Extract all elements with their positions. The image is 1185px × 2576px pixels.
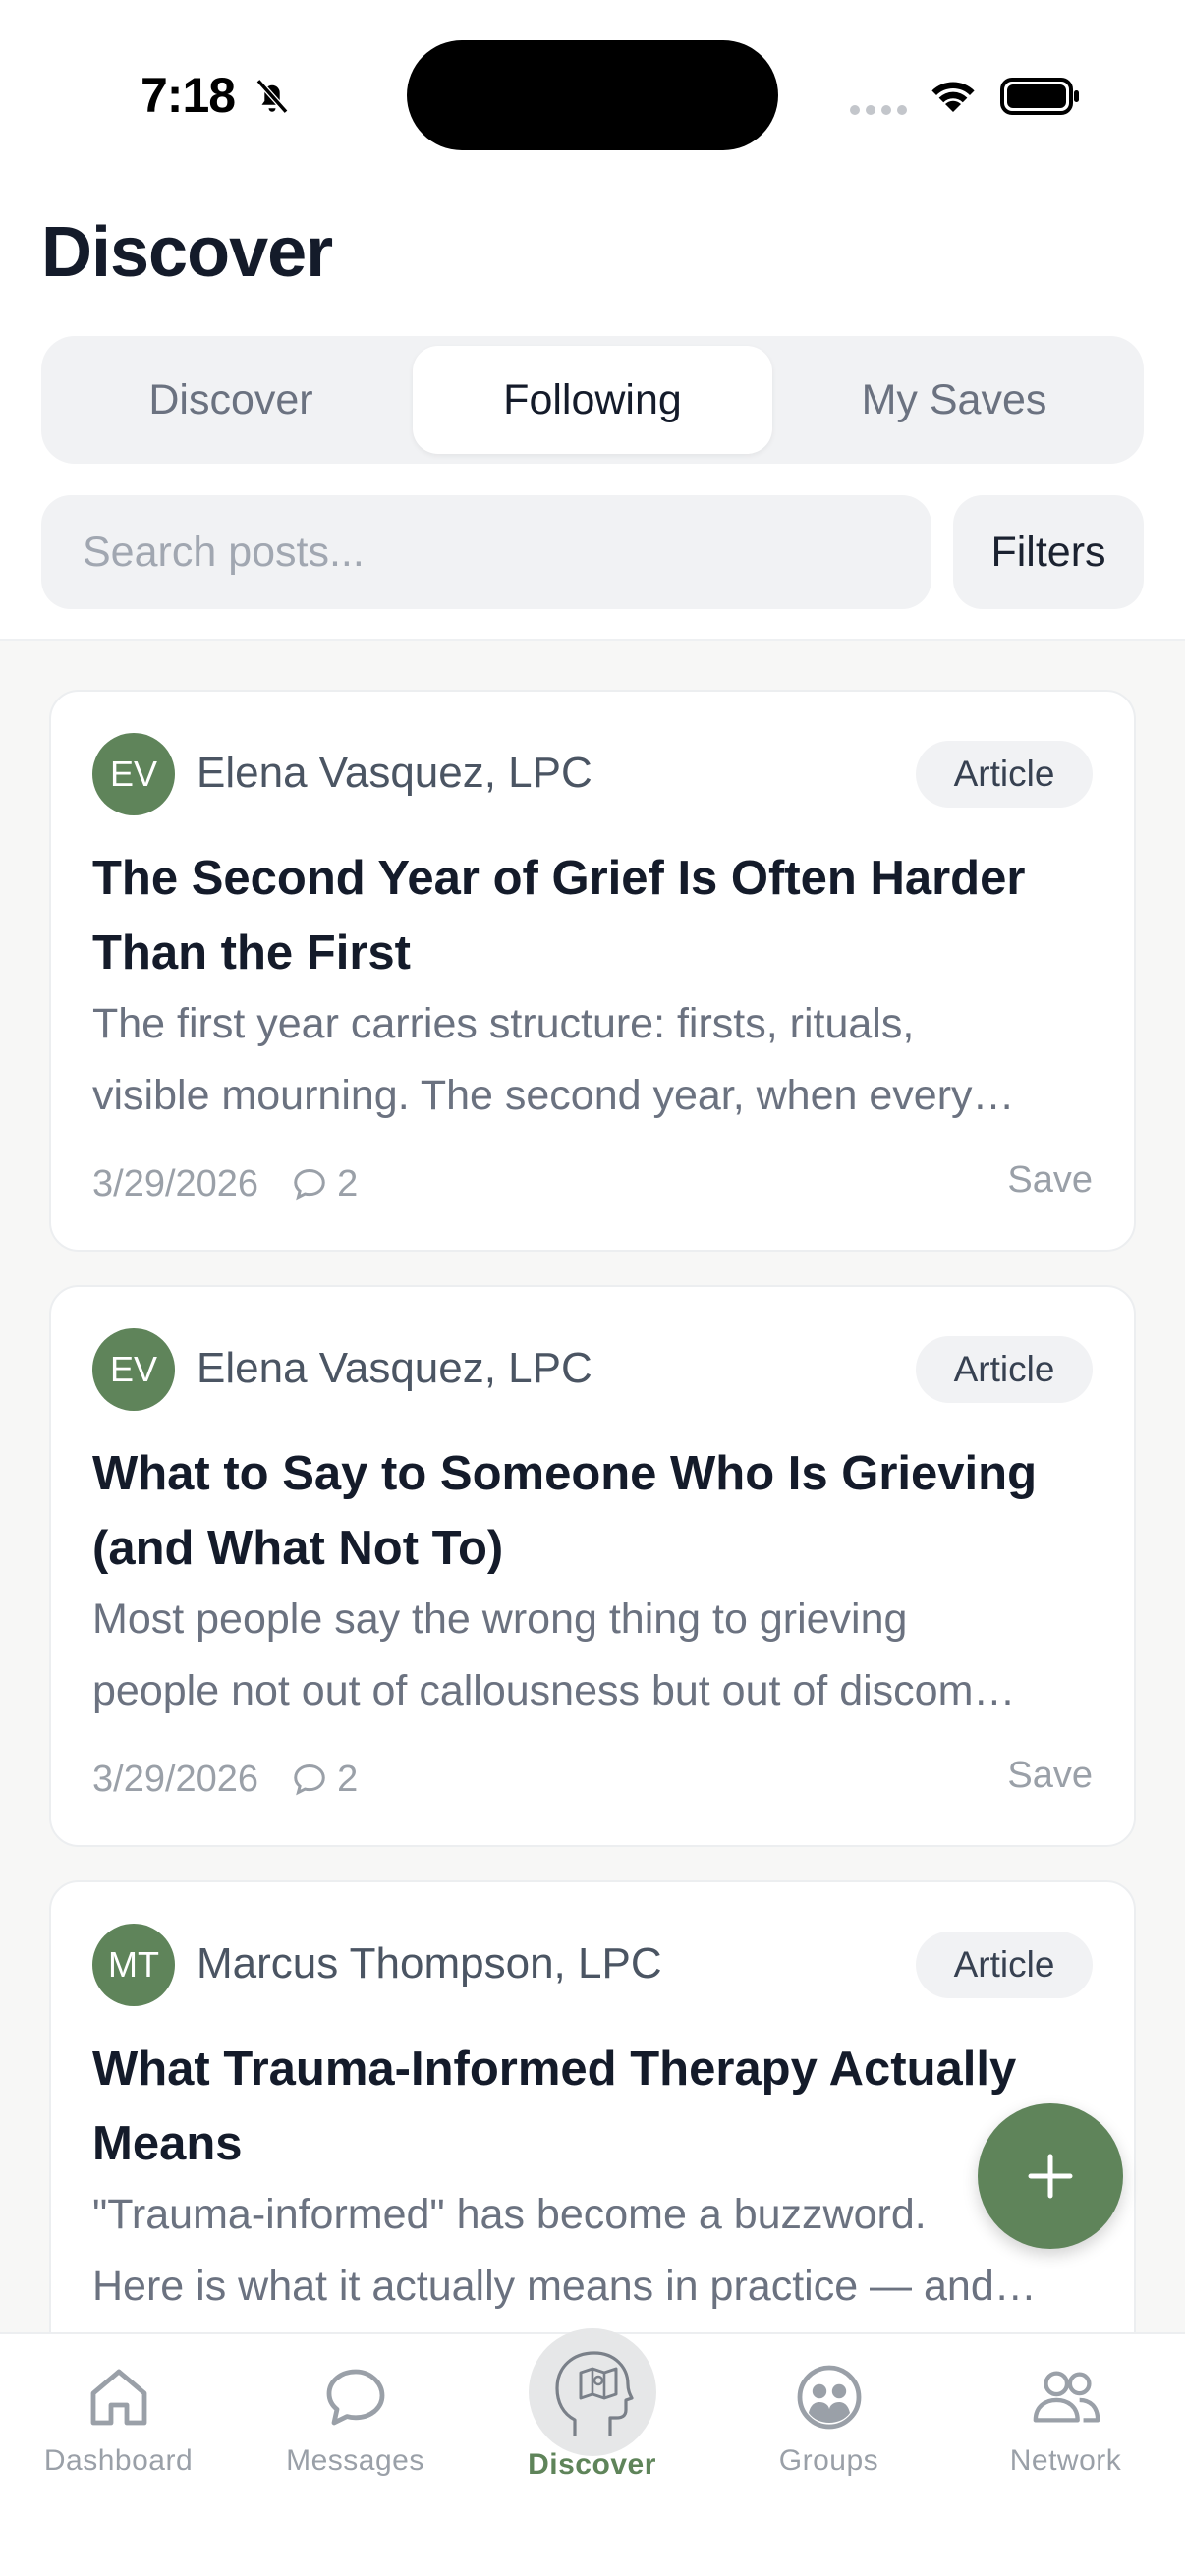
excerpt-line: "Trauma-informed" has become a buzzword. [92,2191,927,2238]
author-name[interactable]: Marcus Thompson, LPC [197,1939,662,1988]
comment-count: 2 [337,1162,359,1204]
head-map-icon [554,2351,634,2436]
chat-bubble-icon [326,2369,384,2426]
post-card[interactable]: MT Marcus Thompson, LPC Article What Tra… [49,1880,1136,2332]
nav-label: Network [1009,2444,1122,2477]
tab-following[interactable]: Following [413,346,772,454]
post-type-badge: Article [916,1336,1093,1403]
post-type-badge: Article [916,741,1093,808]
app-screen: 7:18 Discover Discover Following My Save… [0,0,1185,2576]
post-excerpt: The first year carries structure: firsts… [92,988,1095,1132]
groups-icon [797,2365,861,2430]
avatar[interactable]: MT [92,1924,175,2006]
excerpt-line: people not out of callousness but out of… [92,1667,1016,1714]
tab-discover[interactable]: Discover [51,346,411,454]
post-title[interactable]: What to Say to Someone Who Is Grieving (… [92,1436,1104,1586]
post-excerpt: Most people say the wrong thing to griev… [92,1584,1095,1727]
post-title[interactable]: What Trauma-Informed Therapy Actually Me… [92,2032,1104,2181]
excerpt-line: Most people say the wrong thing to griev… [92,1596,908,1643]
wifi-icon [931,82,975,112]
save-button[interactable]: Save [1007,1755,1093,1797]
post-meta: 3/29/2026 2 [92,1159,358,1208]
avatar[interactable]: EV [92,1328,175,1411]
nav-messages[interactable]: Messages [237,2334,474,2492]
post-feed[interactable]: EV Elena Vasquez, LPC Article The Second… [0,641,1185,2332]
status-time: 7:18 [141,68,236,123]
nav-dashboard[interactable]: Dashboard [0,2334,237,2492]
author-name[interactable]: Elena Vasquez, LPC [197,749,592,798]
post-title[interactable]: The Second Year of Grief Is Often Harder… [92,841,1104,990]
post-excerpt: "Trauma-informed" has become a buzzword.… [92,2179,1095,2323]
comment-icon [294,1764,325,1796]
nav-network[interactable]: Network [947,2334,1184,2492]
excerpt-line: Here is what it actually means in practi… [92,2263,1037,2310]
post-date: 3/29/2026 [92,1758,259,1800]
excerpt-line: The first year carries structure: firsts… [92,1000,915,1047]
excerpt-line: visible mourning. The second year, when … [92,1072,1015,1119]
post-card[interactable]: EV Elena Vasquez, LPC Article The Second… [49,690,1136,1252]
nav-groups[interactable]: Groups [710,2334,947,2492]
save-button[interactable]: Save [1007,1159,1093,1202]
nav-label: Groups [778,2444,879,2477]
comment-count: 2 [337,1758,359,1800]
segmented-tabs: Discover Following My Saves [41,336,1144,464]
avatar[interactable]: EV [92,733,175,815]
nav-label: Messages [286,2444,424,2477]
author-name[interactable]: Elena Vasquez, LPC [197,1344,592,1393]
nav-label: Dashboard [43,2444,194,2477]
plus-icon [1028,2154,1073,2199]
nav-label: Discover [528,2448,656,2481]
create-post-button[interactable] [978,2103,1123,2249]
network-icon [1033,2371,1100,2423]
nav-discover[interactable]: Discover [474,2328,710,2492]
post-type-badge: Article [916,1932,1093,1998]
battery-icon [1000,78,1079,115]
home-icon [90,2369,146,2426]
bell-off-icon [255,79,289,114]
search-input[interactable] [41,495,931,609]
bottom-nav: Dashboard Messages Discover Groups Netwo… [0,2328,1185,2576]
comment-icon [294,1168,325,1201]
dynamic-island [407,40,778,150]
filters-button[interactable]: Filters [953,495,1144,609]
post-meta: 3/29/2026 2 [92,1755,358,1804]
tab-my-saves[interactable]: My Saves [774,346,1134,454]
page-title: Discover [41,213,333,292]
post-date: 3/29/2026 [92,1162,259,1204]
post-card[interactable]: EV Elena Vasquez, LPC Article What to Sa… [49,1285,1136,1847]
cellular-signal-icon [850,105,907,115]
